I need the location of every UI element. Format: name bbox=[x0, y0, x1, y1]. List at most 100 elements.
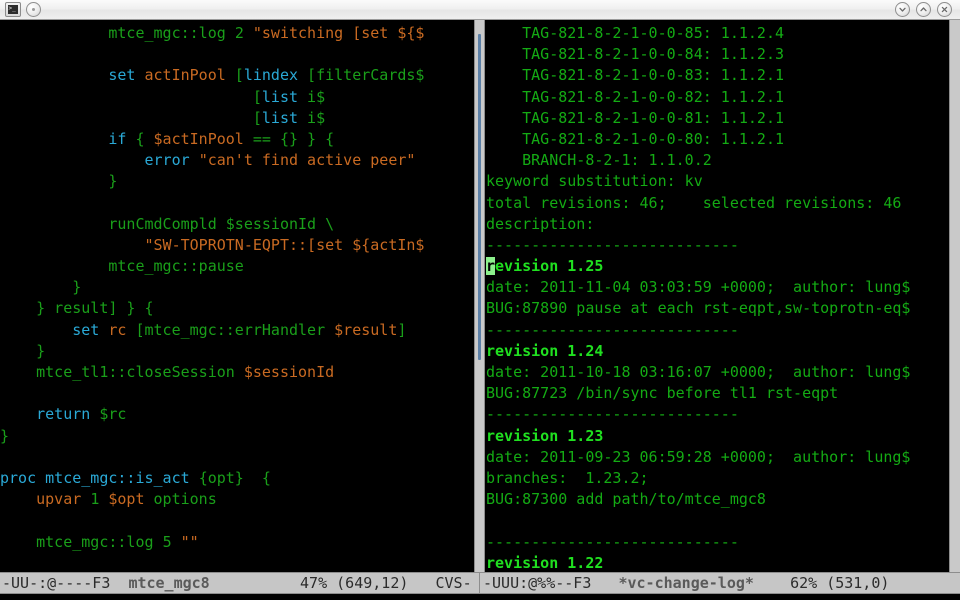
window-titlebar bbox=[0, 0, 960, 20]
code-token: } bbox=[0, 278, 82, 297]
log-text: BUG:87890 pause at each rst-eqpt,sw-topr… bbox=[486, 299, 911, 318]
right-modeline[interactable]: -UUU:@%%--F3 *vc-change-log* 62% (531,0) bbox=[479, 572, 960, 594]
code-line: } bbox=[0, 426, 424, 447]
left-modeline-position: (649,12) bbox=[336, 574, 409, 592]
code-token: "SW-TOPROTN-EQPT::[set ${actIn$ bbox=[144, 235, 425, 254]
right-pane-scrollbar[interactable] bbox=[474, 20, 485, 572]
code-token: mtce_mgc::pause bbox=[108, 257, 244, 276]
code-token: mtce_mgc::log bbox=[36, 532, 154, 551]
text-cursor: r bbox=[486, 257, 496, 276]
log-line: TAG-821-8-2-1-0-0-82: 1.1.2.1 bbox=[486, 87, 910, 108]
log-line: TAG-821-8-2-1-0-0-80: 1.1.2.1 bbox=[486, 129, 910, 150]
log-line: TAG-821-8-2-1-0-0-83: 1.1.2.1 bbox=[486, 65, 910, 86]
code-token: "switching [set ${$ bbox=[252, 24, 425, 42]
right-modeline-percent: 62% bbox=[790, 574, 818, 592]
right-modeline-buffer-name: *vc-change-log* bbox=[618, 574, 754, 592]
code-token: { bbox=[126, 129, 154, 148]
log-text: TAG-821-8-2-1-0-0-84: 1.1.2.3 bbox=[486, 45, 785, 64]
titlebar-window-buttons bbox=[895, 2, 960, 17]
modeline-gap bbox=[210, 574, 300, 592]
revision-header-line: revision 1.23 bbox=[486, 426, 910, 447]
log-line: ---------------------------- bbox=[486, 532, 910, 553]
source-code-text[interactable]: mtce_mgc::log 2 "switching [set ${$ set … bbox=[0, 20, 424, 553]
close-button[interactable] bbox=[937, 2, 952, 17]
code-token: mtce_tl1::closeSession bbox=[36, 363, 235, 381]
log-text: total revisions: 46; selected revisions:… bbox=[486, 193, 902, 212]
terminal-icon[interactable] bbox=[5, 2, 21, 17]
code-token: { bbox=[243, 468, 271, 487]
code-token: actInPool bbox=[144, 66, 226, 85]
code-token: {opt} bbox=[198, 468, 244, 487]
code-line: return $rc bbox=[0, 404, 424, 425]
log-line: TAG-821-8-2-1-0-0-81: 1.1.2.1 bbox=[486, 108, 910, 129]
code-token: [ bbox=[126, 320, 145, 339]
window-scrollbar[interactable] bbox=[949, 20, 960, 572]
right-modeline-flags: -UUU:@%%--F3 bbox=[483, 574, 592, 592]
code-token: } bbox=[0, 172, 118, 191]
editor-area: mtce_mgc::log 2 "switching [set ${$ set … bbox=[0, 20, 960, 600]
left-modeline-flags: -UU-:@----F3 bbox=[2, 574, 111, 592]
modeline-gap bbox=[327, 574, 336, 592]
minimize-button[interactable] bbox=[895, 2, 910, 17]
log-line: TAG-821-8-2-1-0-0-85: 1.1.2.4 bbox=[486, 23, 910, 44]
code-token: $sessionId bbox=[243, 363, 335, 381]
code-token: list bbox=[261, 108, 299, 127]
code-token: $result bbox=[334, 320, 398, 339]
code-token: $rc bbox=[99, 405, 127, 424]
code-token: options bbox=[153, 490, 217, 509]
log-text: date: 2011-09-23 06:59:28 +0000; author:… bbox=[486, 447, 911, 466]
chevron-down-icon bbox=[899, 7, 906, 12]
code-token: "can't find active peer" bbox=[198, 151, 416, 170]
log-text: date: 2011-10-18 03:16:07 +0000; author:… bbox=[486, 363, 911, 381]
code-token: i$ bbox=[298, 87, 326, 106]
log-text: branches: 1.23.2; bbox=[486, 468, 649, 487]
modeline-gap bbox=[408, 574, 435, 592]
source-code-pane[interactable]: mtce_mgc::log 2 "switching [set ${$ set … bbox=[0, 20, 474, 572]
maximize-button[interactable] bbox=[916, 2, 931, 17]
code-line: mtce_tl1::closeSession $sessionId bbox=[0, 362, 424, 383]
vc-change-log-text[interactable]: TAG-821-8-2-1-0-0-85: 1.1.2.4 TAG-821-8-… bbox=[486, 20, 910, 572]
code-line: mtce_mgc::log 5 "" bbox=[0, 532, 424, 553]
log-text: ---------------------------- bbox=[486, 235, 739, 254]
code-token: == {} } { bbox=[243, 129, 335, 148]
code-token: [ bbox=[0, 87, 262, 106]
log-text: date: 2011-11-04 03:03:59 +0000; author:… bbox=[486, 278, 911, 297]
minibuffer-area[interactable] bbox=[0, 595, 960, 600]
code-token: 2 bbox=[234, 24, 244, 42]
right-pane-scrollbar-thumb[interactable] bbox=[478, 34, 481, 360]
code-token: i$ bbox=[298, 108, 326, 127]
revision-header: revision 1.25 bbox=[486, 257, 603, 276]
revision-header: revision 1.23 bbox=[486, 426, 604, 445]
window-menu-button[interactable] bbox=[26, 2, 41, 17]
vc-change-log-pane[interactable]: TAG-821-8-2-1-0-0-85: 1.1.2.4 TAG-821-8-… bbox=[486, 20, 952, 572]
left-modeline-buffer-name: mtce_mgc8 bbox=[128, 574, 210, 592]
code-token: set bbox=[72, 320, 100, 339]
code-token: "" bbox=[180, 532, 199, 551]
left-modeline[interactable]: -UU-:@----F3 mtce_mgc8 47% (649,12) CVS- bbox=[0, 572, 479, 594]
code-token: error bbox=[144, 151, 190, 170]
modeline-gap bbox=[110, 574, 128, 592]
log-line: description: bbox=[486, 214, 910, 235]
log-line: TAG-821-8-2-1-0-0-84: 1.1.2.3 bbox=[486, 44, 910, 65]
log-text: BUG:87723 /bin/sync before tl1 rst-eqpt bbox=[486, 384, 839, 403]
modeline-gap bbox=[591, 574, 618, 592]
code-token: upvar bbox=[36, 490, 82, 509]
